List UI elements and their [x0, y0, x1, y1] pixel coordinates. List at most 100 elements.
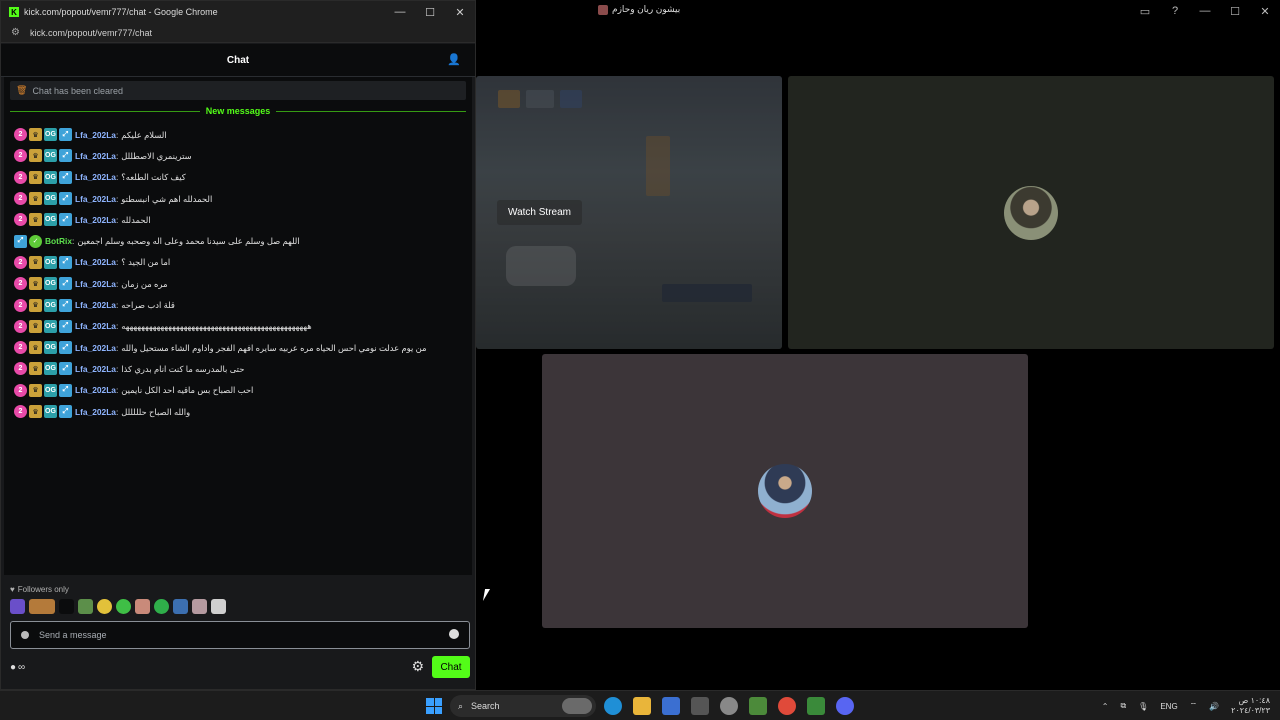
emote-icon[interactable] [135, 599, 150, 614]
subscriber-badge-icon[interactable]: 2 [14, 277, 27, 291]
subscriber-badge-icon[interactable]: 2 [14, 255, 27, 269]
message-username[interactable]: Lfa_202La [75, 130, 116, 140]
inbox-icon[interactable]: ▭ [1130, 5, 1160, 18]
emote-icon[interactable] [116, 599, 131, 614]
subscriber-badge-icon[interactable]: 2 [14, 298, 27, 312]
vip-badge-icon[interactable]: ⤢ [59, 170, 72, 184]
subscriber-badge-icon[interactable]: 2 [14, 128, 27, 142]
url-text[interactable]: kick.com/popout/vemr777/chat [30, 28, 152, 38]
site-settings-icon[interactable]: ⚙ [11, 27, 20, 38]
chat-settings-icon[interactable]: ⚙ [411, 658, 424, 675]
file-explorer-icon[interactable] [633, 697, 651, 715]
message-username[interactable]: Lfa_202La [75, 385, 116, 395]
og-badge-icon[interactable]: OG [44, 277, 57, 291]
user-list-icon[interactable]: 👤 [447, 53, 461, 66]
founder-badge-icon[interactable]: ♛ [29, 277, 42, 291]
founder-badge-icon[interactable]: ♛ [29, 192, 42, 206]
subscriber-badge-icon[interactable]: 2 [14, 213, 27, 227]
og-badge-icon[interactable]: OG [44, 298, 57, 312]
emote-icon[interactable] [97, 599, 112, 614]
chat-identity-icon[interactable] [21, 631, 29, 639]
chat-message-area[interactable]: 🗑 Chat has been cleared New messages 2 ♛ O… [4, 77, 472, 575]
message-username[interactable]: Lfa_202La [75, 172, 116, 182]
bot-badge-icon[interactable]: ⤢ [14, 234, 27, 248]
close-button[interactable]: ✕ [445, 1, 475, 23]
message-username[interactable]: Lfa_202La [75, 194, 116, 204]
store-icon[interactable] [662, 697, 680, 715]
vip-badge-icon[interactable]: ⤢ [59, 149, 72, 163]
message-username[interactable]: Lfa_202La [75, 151, 116, 161]
vip-badge-icon[interactable]: ⤢ [59, 362, 72, 376]
emote-icon[interactable] [154, 599, 169, 614]
subscriber-badge-icon[interactable]: 2 [14, 383, 27, 397]
vip-badge-icon[interactable]: ⤢ [59, 192, 72, 206]
vip-badge-icon[interactable]: ⤢ [59, 213, 72, 227]
verified-badge-icon[interactable]: ✓ [29, 234, 42, 248]
vip-badge-icon[interactable]: ⤢ [59, 319, 72, 333]
founder-badge-icon[interactable]: ♛ [29, 298, 42, 312]
og-badge-icon[interactable]: OG [44, 341, 57, 355]
emote-icon[interactable] [211, 599, 226, 614]
og-badge-icon[interactable]: OG [44, 149, 57, 163]
stream-tile[interactable]: Watch Stream [476, 76, 782, 349]
chevron-up-icon[interactable]: ⌃ [1102, 702, 1109, 711]
vip-badge-icon[interactable]: ⤢ [59, 277, 72, 291]
minimize-button[interactable]: — [1190, 5, 1220, 17]
subscriber-badge-icon[interactable]: 2 [14, 149, 27, 163]
maximize-button[interactable]: ☐ [1220, 5, 1250, 18]
message-username[interactable]: Lfa_202La [75, 300, 116, 310]
taskbar-search[interactable]: ⌕ Search [450, 695, 596, 717]
send-chat-button[interactable]: Chat [432, 656, 470, 678]
vip-badge-icon[interactable]: ⤢ [59, 298, 72, 312]
close-button[interactable]: ✕ [1250, 5, 1280, 18]
volume-icon[interactable]: 🔊 [1209, 702, 1219, 711]
address-bar[interactable]: ⚙ kick.com/popout/vemr777/chat [1, 23, 475, 43]
founder-badge-icon[interactable]: ♛ [29, 255, 42, 269]
chess-icon[interactable] [807, 697, 825, 715]
founder-badge-icon[interactable]: ♛ [29, 405, 42, 418]
og-badge-icon[interactable]: OG [44, 362, 57, 376]
unity-icon[interactable] [691, 697, 709, 715]
clock[interactable]: ١٠:٤٨ ص ٢٠٢٤/٠٣/٢٣ [1231, 696, 1270, 716]
og-badge-icon[interactable]: OG [44, 213, 57, 227]
emote-icon[interactable] [10, 599, 25, 614]
maximize-button[interactable]: ☐ [415, 1, 445, 23]
og-badge-icon[interactable]: OG [44, 405, 57, 418]
emote-icon[interactable] [78, 599, 93, 614]
founder-badge-icon[interactable]: ♛ [29, 319, 42, 333]
founder-badge-icon[interactable]: ♛ [29, 149, 42, 163]
discord-icon[interactable] [836, 697, 854, 715]
vip-badge-icon[interactable]: ⤢ [59, 255, 72, 269]
minimize-button[interactable]: — [385, 1, 415, 23]
founder-badge-icon[interactable]: ♛ [29, 128, 42, 142]
og-badge-icon[interactable]: OG [44, 319, 57, 333]
participant-tile-1[interactable] [788, 76, 1274, 349]
vip-badge-icon[interactable]: ⤢ [59, 383, 72, 397]
message-placeholder[interactable]: Send a message [39, 630, 107, 640]
message-username[interactable]: BotRix [45, 236, 72, 246]
emoji-picker-icon[interactable] [449, 629, 459, 639]
founder-badge-icon[interactable]: ♛ [29, 170, 42, 184]
subscriber-badge-icon[interactable]: 2 [14, 341, 27, 355]
game-icon[interactable] [749, 697, 767, 715]
message-username[interactable]: Lfa_202La [75, 215, 116, 225]
message-username[interactable]: Lfa_202La [75, 321, 116, 331]
emote-icon[interactable] [59, 599, 74, 614]
founder-badge-icon[interactable]: ♛ [29, 341, 42, 355]
og-badge-icon[interactable]: OG [44, 383, 57, 397]
emote-icon[interactable] [173, 599, 188, 614]
message-username[interactable]: Lfa_202La [75, 279, 116, 289]
wifi-icon[interactable]: ⌔ [1190, 701, 1198, 711]
participant-tile-2[interactable] [542, 354, 1028, 628]
og-badge-icon[interactable]: OG [44, 128, 57, 142]
founder-badge-icon[interactable]: ♛ [29, 362, 42, 376]
emote-icon[interactable] [192, 599, 207, 614]
message-username[interactable]: Lfa_202La [75, 257, 116, 267]
og-badge-icon[interactable]: OG [44, 192, 57, 206]
edge-icon[interactable] [604, 697, 622, 715]
subscriber-badge-icon[interactable]: 2 [14, 170, 27, 184]
subscriber-badge-icon[interactable]: 2 [14, 319, 27, 333]
help-icon[interactable]: ? [1160, 5, 1190, 17]
microphone-icon[interactable]: 🎙 [1138, 702, 1148, 711]
founder-badge-icon[interactable]: ♛ [29, 383, 42, 397]
